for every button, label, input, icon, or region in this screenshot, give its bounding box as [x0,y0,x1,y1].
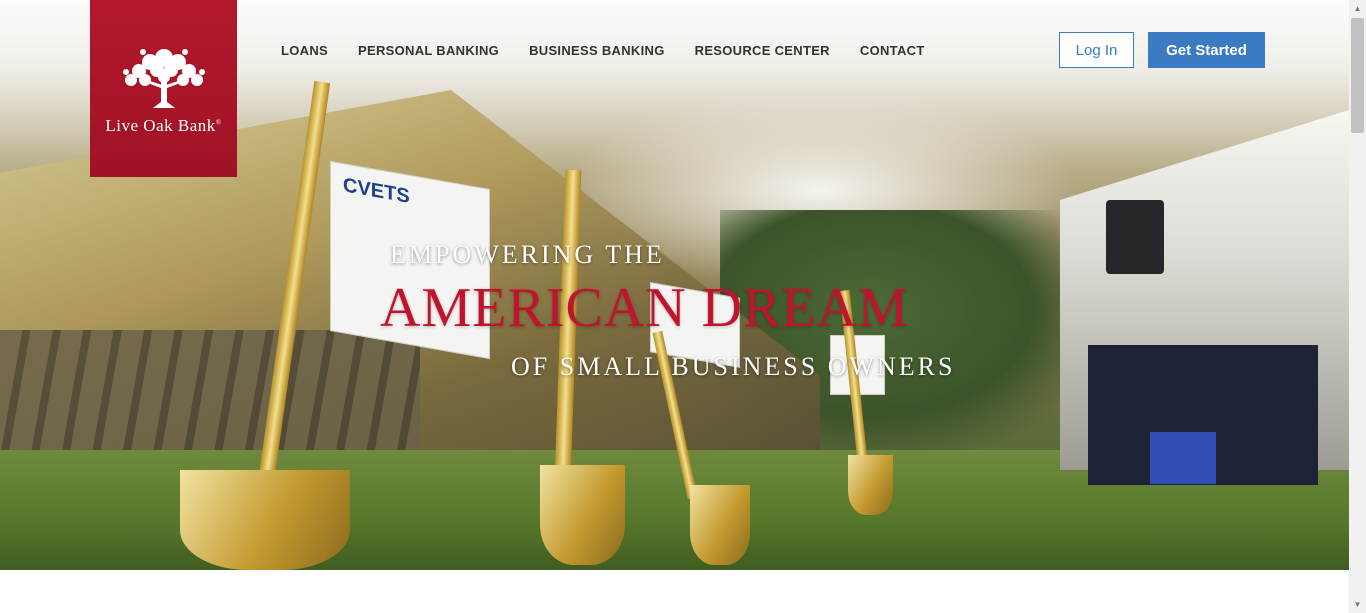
login-button[interactable]: Log In [1059,32,1134,68]
nav-contact[interactable]: CONTACT [845,42,940,60]
brand-logo[interactable]: Live Oak Bank® [90,0,237,177]
hero-shovel-blade [690,485,750,565]
oak-tree-icon [122,49,205,108]
headline-line-3: OF SMALL BUSINESS OWNERS [511,352,956,381]
hero-shovel-blade [180,470,350,570]
nav-personal-banking[interactable]: PERSONAL BANKING [343,42,514,60]
headline-line-2: AMERICAN DREAM [380,277,909,339]
scrollbar-thumb[interactable] [1351,18,1364,133]
triangle-down-icon[interactable]: ▼ [1349,596,1366,613]
hero-speaker [1106,200,1164,274]
hero-shovel-blade [848,455,893,515]
nav-business-banking[interactable]: BUSINESS BANKING [514,42,680,60]
hero-blue-bin [1150,432,1216,484]
nav-resource-center[interactable]: RESOURCE CENTER [680,42,845,60]
nav-loans[interactable]: LOANS [266,42,343,60]
hero-shovel-blade [540,465,625,565]
triangle-up-icon[interactable]: ▲ [1349,0,1366,17]
brand-name: Live Oak Bank® [105,116,222,135]
get-started-button[interactable]: Get Started [1148,32,1265,68]
main-nav: LOANS PERSONAL BANKING BUSINESS BANKING … [266,42,940,60]
hero-sign-text: CVETS [343,174,410,208]
page-scrollbar[interactable]: ▲ ▼ [1349,0,1366,613]
headline-line-1: EMPOWERING THE [390,240,665,269]
